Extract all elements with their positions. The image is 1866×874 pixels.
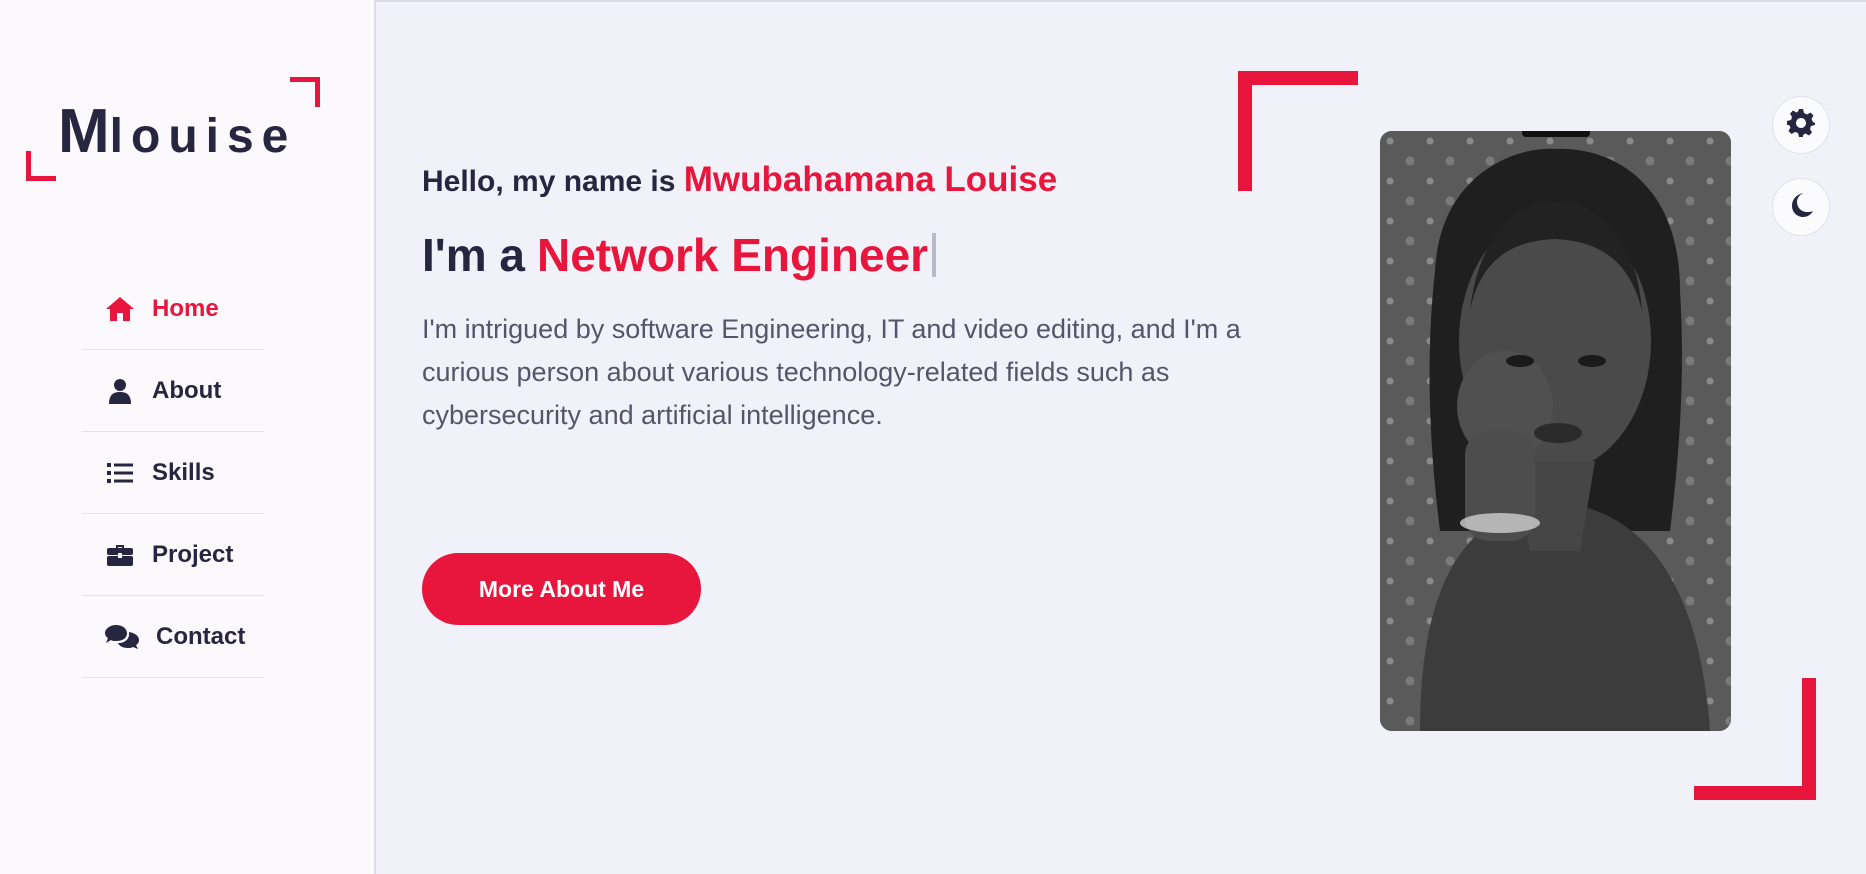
photo-top-bar	[1522, 131, 1590, 137]
chat-bubbles-icon	[104, 621, 140, 653]
hero-description: I'm intrigued by software Engineering, I…	[422, 314, 1241, 430]
nav-item-label: About	[152, 376, 222, 404]
nav-item-label: Home	[152, 294, 219, 322]
nav-item-home[interactable]: Home	[82, 268, 264, 350]
more-about-me-button[interactable]: More About Me	[422, 553, 701, 625]
nav-item-about[interactable]: About	[82, 350, 264, 432]
sidebar: Mlouise Home About Skills Project Contac…	[0, 0, 376, 874]
sidebar-nav: Home About Skills Project Contact	[82, 268, 264, 678]
user-icon	[104, 375, 136, 407]
logo[interactable]: Mlouise	[58, 96, 296, 167]
home-icon	[104, 293, 136, 325]
nav-item-skills[interactable]: Skills	[82, 432, 264, 514]
settings-button[interactable]	[1772, 96, 1830, 154]
nav-item-label: Project	[152, 540, 234, 568]
role-title: Network Engineer	[536, 229, 929, 281]
nav-item-contact[interactable]: Contact	[82, 596, 264, 678]
moon-icon	[1788, 192, 1814, 223]
photo-frame-corner-top-left	[1238, 71, 1358, 191]
nav-item-label: Contact	[156, 622, 246, 650]
profile-photo	[1380, 131, 1731, 731]
theme-toggle-button[interactable]	[1772, 178, 1830, 236]
role-heading: I'm a Network Engineer	[422, 228, 1282, 282]
hero-section: Hello, my name is Mwubahamana Louise I'm…	[422, 160, 1282, 437]
hero-name: Mwubahamana Louise	[683, 160, 1058, 199]
greeting-prefix: Hello, my name is	[422, 165, 676, 198]
logo-text: louise	[109, 110, 297, 163]
logo-initial: M	[58, 97, 110, 166]
logo-corner-bottom-left	[26, 151, 56, 181]
typing-caret	[932, 233, 937, 277]
greeting: Hello, my name is Mwubahamana Louise	[422, 160, 1282, 200]
list-icon	[104, 457, 136, 489]
nav-item-project[interactable]: Project	[82, 514, 264, 596]
nav-item-label: Skills	[152, 458, 215, 486]
gear-icon	[1786, 108, 1816, 143]
portrait-illustration	[1420, 148, 1710, 731]
photo-frame-corner-bottom-right	[1694, 678, 1816, 800]
briefcase-icon	[104, 539, 136, 571]
role-prefix: I'm a	[422, 229, 525, 281]
